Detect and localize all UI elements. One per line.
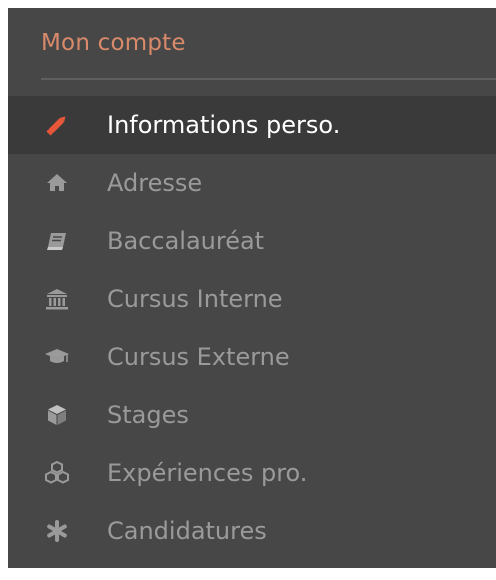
book-icon	[44, 228, 70, 254]
menu-item-informations-perso[interactable]: Informations perso.	[8, 96, 496, 154]
menu-item-label: Stages	[107, 401, 189, 429]
menu-item-label: Cursus Externe	[107, 343, 290, 371]
asterisk-icon	[44, 518, 70, 544]
home-icon	[44, 170, 70, 196]
page-background-strip	[0, 568, 496, 580]
graduation-cap-icon	[44, 344, 70, 370]
menu-item-label: Adresse	[107, 169, 203, 197]
menu-item-label: Baccalauréat	[107, 227, 265, 255]
menu-item-stages[interactable]: Stages	[8, 386, 496, 444]
menu-item-label: Informations perso.	[107, 111, 341, 139]
account-menu: Informations perso. Adresse Baccalauréat	[8, 96, 496, 560]
panel-title: Mon compte	[41, 30, 186, 56]
menu-item-label: Expériences pro.	[107, 459, 308, 487]
menu-item-label: Candidatures	[107, 517, 267, 545]
header-divider	[41, 78, 496, 80]
menu-item-experiences-pro[interactable]: Expériences pro.	[8, 444, 496, 502]
menu-item-candidatures[interactable]: Candidatures	[8, 502, 496, 560]
menu-item-cursus-interne[interactable]: Cursus Interne	[8, 270, 496, 328]
pencil-icon	[44, 112, 70, 138]
menu-item-cursus-externe[interactable]: Cursus Externe	[8, 328, 496, 386]
account-menu-panel: Mon compte Informations perso. Adresse B…	[8, 8, 496, 568]
menu-item-label: Cursus Interne	[107, 285, 283, 313]
menu-item-baccalaureat[interactable]: Baccalauréat	[8, 212, 496, 270]
institution-icon	[44, 286, 70, 312]
cube-icon	[44, 402, 70, 428]
menu-item-adresse[interactable]: Adresse	[8, 154, 496, 212]
cubes-icon	[44, 460, 70, 486]
